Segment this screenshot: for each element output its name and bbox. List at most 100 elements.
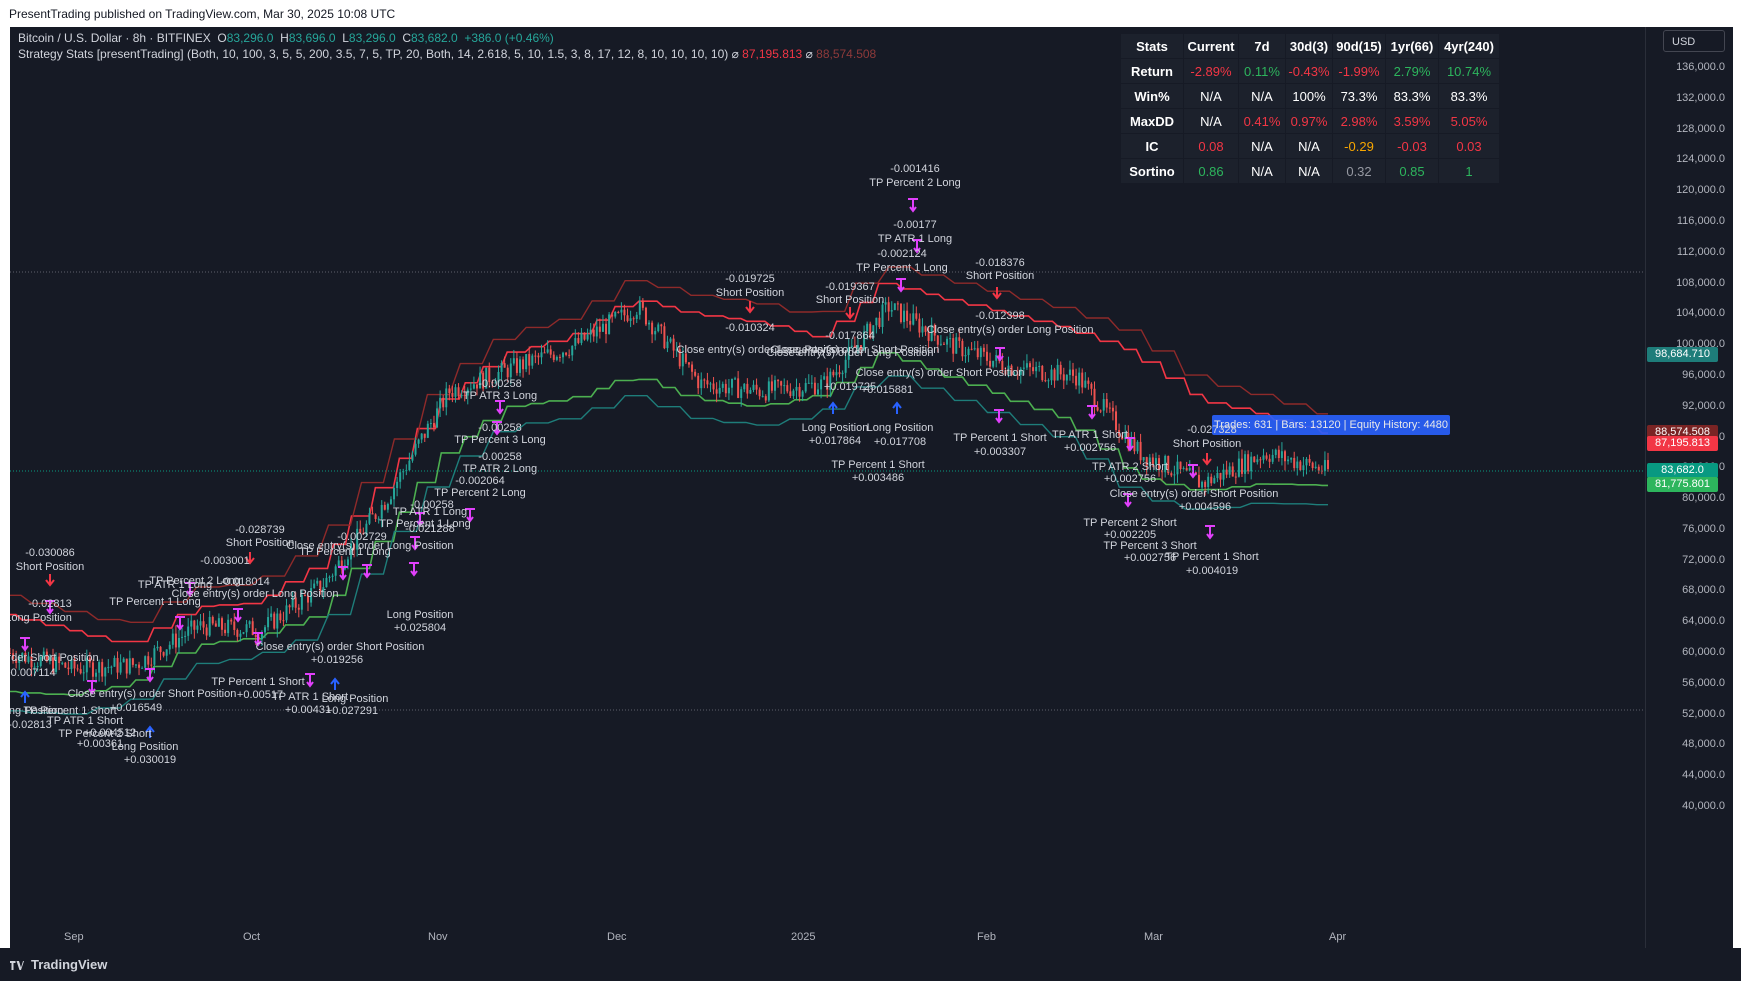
candle-body [82,672,85,674]
candle-body [168,644,171,650]
candle-body [1025,363,1028,368]
candle-body [792,390,795,396]
stats-table: Stats Current 7d 30d(3) 90d(15) 1yr(66) 4yr(24… [1120,33,1500,184]
trade-annotation-label: +0.002756 [1063,442,1117,454]
candle-body [509,363,512,378]
stats-cell: 0.41% [1238,108,1286,134]
candle-body [156,646,159,649]
candle-body [537,355,540,358]
candle-body [946,338,949,345]
candle-body [1179,461,1182,470]
candle-body [1308,458,1311,463]
take-profit-marker-icon[interactable] [305,673,315,688]
take-profit-marker-icon[interactable] [20,637,30,652]
candle-body [718,387,721,394]
candle-body [1247,454,1250,472]
candle-body [95,672,98,677]
candle-body [773,380,776,391]
time-tick-label: Oct [243,931,261,943]
price-tag: 81,775.801 [1647,477,1718,493]
trade-annotation-label: -0.00258 [478,422,522,434]
take-profit-marker-icon[interactable] [1205,525,1215,540]
candle-body [442,397,445,408]
trade-annotation-label: -0.003001 [200,555,250,567]
symbol-legend[interactable]: Bitcoin / U.S. Dollar · 8h · BITFINEX O8… [18,31,554,45]
high-value: 83,696.0 [288,31,336,45]
candle-body [279,613,282,621]
stats-header-cell: 1yr(66) [1385,33,1439,59]
take-profit-marker-icon[interactable] [1087,405,1097,420]
candle-body [1327,460,1329,469]
candle-body [1084,380,1087,388]
long-entry-arrow-icon[interactable] [892,401,902,414]
candle-body [531,355,534,366]
candle-body [1081,372,1084,388]
price-tick-label: 52,000.0 [1682,707,1725,720]
short-entry-arrow-icon[interactable] [845,307,855,320]
candle-body [1072,369,1075,376]
candle-body [181,636,184,638]
short-entry-arrow-icon[interactable] [1202,453,1212,466]
take-profit-marker-icon[interactable] [338,566,348,581]
price-axis[interactable]: USD 136,000.0 132,000.0 128,000.0 124,000.0… [1645,27,1733,948]
open-label: O [217,31,227,45]
candle-body [583,332,586,340]
candle-body [1314,466,1317,469]
stats-cell: -0.43% [1285,58,1333,84]
trade-annotation-label: Short Position [715,287,785,299]
trade-annotation-label: +0.003486 [851,472,905,484]
trade-annotation-label: Close entry(s) order Short Position [855,367,1025,379]
stats-cell: 2.98% [1332,108,1386,134]
short-entry-arrow-icon[interactable] [992,287,1002,300]
candle-body [131,658,134,665]
candle-body [749,389,752,394]
candle-body [752,384,755,390]
candle-body [414,443,417,455]
trade-annotation-label: +0.00431 [284,704,332,716]
stats-cell: 0.97% [1285,108,1333,134]
candle-body [386,503,389,510]
candle-body [1093,388,1096,408]
stats-row-label: Return [1120,58,1184,84]
indicator-legend[interactable]: Strategy Stats [presentTrading] (Both, 1… [18,47,876,61]
candle-body [423,433,426,438]
price-tick-label: 116,000.0 [1676,214,1725,227]
stats-header-cell: Current [1183,33,1239,59]
candle-body [368,513,371,524]
indicator-value-1: 87,195.813 [742,47,803,61]
short-entry-arrow-icon[interactable] [45,574,55,587]
stats-cell: -0.29 [1332,133,1386,159]
chart-pane[interactable]: Bitcoin / U.S. Dollar · 8h · BITFINEX O8… [10,27,1733,948]
take-profit-marker-icon[interactable] [495,400,505,415]
take-profit-marker-icon[interactable] [908,198,918,213]
candle-body [512,358,515,364]
indicator-symbol-2: ⌀ [805,47,813,61]
candle-body [890,309,893,312]
price-tick-label: 48,000.0 [1682,738,1725,751]
candle-body [445,388,448,408]
candle-body [915,313,918,319]
candle-body [113,657,116,667]
stats-cell: 0.08 [1183,133,1239,159]
candle-body [540,352,543,358]
candle-body [119,662,122,673]
candle-body [817,389,820,395]
trade-annotation-label: Long Position [866,422,934,434]
long-entry-arrow-icon[interactable] [330,677,340,690]
candle-body [144,656,147,668]
take-profit-marker-icon[interactable] [409,562,419,577]
price-tick-label: 72,000.0 [1682,553,1725,566]
candle-body [515,358,518,373]
candle-body [992,360,995,367]
candle-body [727,387,730,394]
currency-button[interactable]: USD [1663,30,1725,52]
trade-annotation-label: TP Percent 2 Short [1083,517,1177,529]
price-tick-label: 60,000.0 [1682,646,1725,659]
candle-body [1256,459,1259,463]
candle-body [697,375,700,389]
candle-body [1293,457,1296,469]
candle-body [334,566,337,576]
candle-body [912,313,915,325]
candle-body [789,391,792,396]
trade-annotation-label: +0.003307 [973,446,1027,458]
